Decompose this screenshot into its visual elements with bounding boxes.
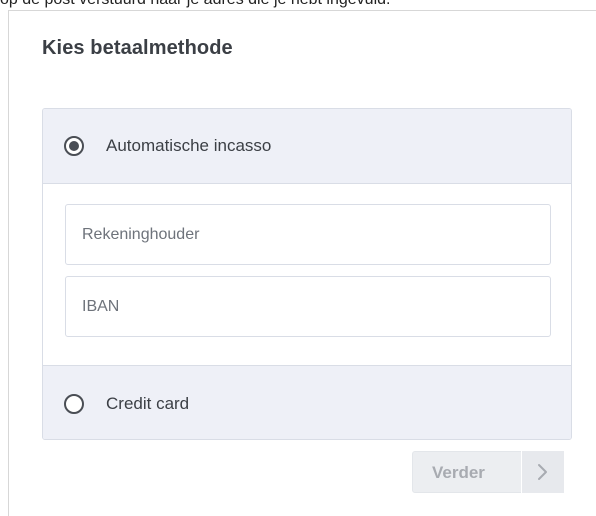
previous-content-text: op de post verstuurd naar je adres die j… (0, 0, 390, 9)
payment-method-options: Automatische incasso Credit card (42, 108, 572, 440)
direct-debit-option[interactable]: Automatische incasso (43, 109, 571, 184)
payment-method-card: Kies betaalmethode Automatische incasso … (8, 10, 596, 516)
account-holder-input[interactable] (65, 204, 551, 265)
chevron-right-icon (521, 451, 564, 493)
iban-input[interactable] (65, 276, 551, 337)
direct-debit-radio[interactable] (64, 136, 84, 156)
next-button[interactable]: Verder (412, 451, 564, 493)
credit-card-label: Credit card (106, 394, 190, 413)
direct-debit-form (43, 184, 571, 365)
credit-card-option[interactable]: Credit card (43, 365, 571, 439)
credit-card-radio[interactable] (64, 394, 84, 414)
radio-selected-dot-icon (69, 141, 79, 151)
next-button-label: Verder (432, 463, 485, 482)
direct-debit-label: Automatische incasso (106, 136, 272, 155)
payment-method-title: Kies betaalmethode (42, 37, 233, 59)
